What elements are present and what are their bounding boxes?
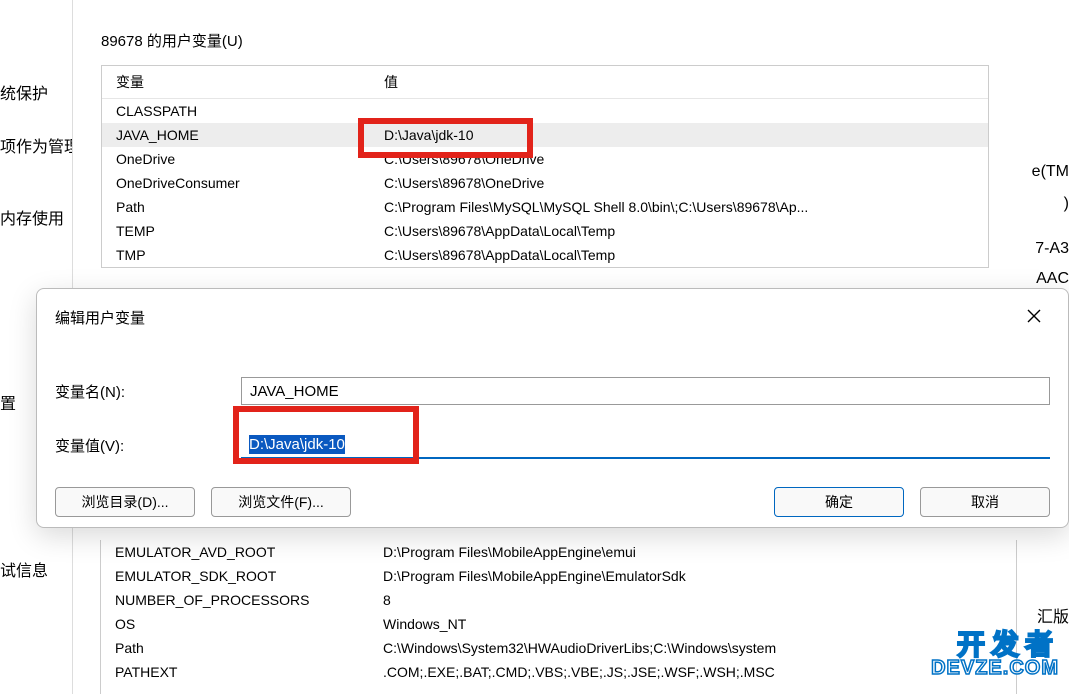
variable-value-label: 变量值(V):	[55, 435, 241, 456]
table-row[interactable]: TEMPC:\Users\89678\AppData\Local\Temp	[102, 219, 988, 243]
table-row[interactable]: CLASSPATH	[102, 99, 988, 123]
var-name: CLASSPATH	[102, 103, 370, 119]
bg-text: AAC	[1036, 270, 1069, 288]
table-row[interactable]: PathC:\Program Files\MySQL\MySQL Shell 8…	[102, 195, 988, 219]
var-name: PATHEXT	[101, 664, 369, 680]
table-row[interactable]: OneDriveConsumerC:\Users\89678\OneDrive	[102, 171, 988, 195]
browse-directory-button[interactable]: 浏览目录(D)...	[55, 487, 195, 517]
user-vars-section-title: 89678 的用户变量(U)	[101, 30, 989, 51]
table-header: 变量 值	[102, 66, 988, 99]
bg-text: e(TM	[1032, 163, 1069, 181]
var-value: C:\Users\89678\OneDrive	[370, 175, 988, 191]
bg-text: 置	[0, 390, 16, 414]
var-name: Path	[102, 199, 370, 215]
bg-text: 内存使用	[0, 205, 64, 229]
var-name: EMULATOR_SDK_ROOT	[101, 568, 369, 584]
bg-text: 试信息	[0, 557, 48, 581]
bg-text: 7-A3	[1035, 240, 1069, 258]
var-name: JAVA_HOME	[102, 127, 370, 143]
table-row[interactable]: OSWindows_NT	[101, 612, 1016, 636]
col-header-value[interactable]: 值	[370, 66, 988, 98]
var-name: NUMBER_OF_PROCESSORS	[101, 592, 369, 608]
var-value: Windows_NT	[369, 616, 1016, 632]
var-value: D:\Java\jdk-10	[370, 127, 988, 143]
table-row[interactable]: PATHEXT.COM;.EXE;.BAT;.CMD;.VBS;.VBE;.JS…	[101, 660, 1016, 684]
var-value: C:\Program Files\MySQL\MySQL Shell 8.0\b…	[370, 199, 988, 215]
var-value	[370, 103, 988, 119]
table-row[interactable]: PathC:\Windows\System32\HWAudioDriverLib…	[101, 636, 1016, 660]
close-icon	[1027, 309, 1041, 326]
var-name: TMP	[102, 247, 370, 263]
table-row[interactable]: OneDriveC:\Users\89678\OneDrive	[102, 147, 988, 171]
table-row[interactable]: NUMBER_OF_PROCESSORS8	[101, 588, 1016, 612]
user-vars-table[interactable]: 变量 值 CLASSPATHJAVA_HOMED:\Java\jdk-10One…	[101, 65, 989, 268]
var-value: C:\Users\89678\OneDrive	[370, 151, 988, 167]
variable-name-label: 变量名(N):	[55, 381, 241, 402]
table-row[interactable]: EMULATOR_SDK_ROOTD:\Program Files\Mobile…	[101, 564, 1016, 588]
variable-name-input[interactable]	[241, 377, 1050, 405]
ok-button[interactable]: 确定	[774, 487, 904, 517]
table-row[interactable]: JAVA_HOMED:\Java\jdk-10	[102, 123, 988, 147]
var-value: 8	[369, 592, 1016, 608]
var-value: C:\Users\89678\AppData\Local\Temp	[370, 247, 988, 263]
var-name: Path	[101, 640, 369, 656]
bg-text: 统保护	[0, 80, 48, 104]
bg-text: 汇版	[1037, 603, 1069, 627]
table-row[interactable]: TMPC:\Users\89678\AppData\Local\Temp	[102, 243, 988, 267]
var-value: C:\Windows\System32\HWAudioDriverLibs;C:…	[369, 640, 1016, 656]
dialog-title: 编辑用户变量	[55, 307, 145, 328]
col-header-name[interactable]: 变量	[102, 66, 370, 98]
var-value: C:\Users\89678\AppData\Local\Temp	[370, 223, 988, 239]
var-name: TEMP	[102, 223, 370, 239]
edit-user-variable-dialog: 编辑用户变量 变量名(N): 变量值(V): D:\Java\jdk-10 浏览…	[36, 288, 1069, 528]
table-row[interactable]: EMULATOR_AVD_ROOTD:\Program Files\Mobile…	[101, 540, 1016, 564]
system-vars-table[interactable]: EMULATOR_AVD_ROOTD:\Program Files\Mobile…	[100, 540, 1017, 694]
cancel-button[interactable]: 取消	[920, 487, 1050, 517]
var-value: D:\Program Files\MobileAppEngine\Emulato…	[369, 568, 1016, 584]
bg-text: )	[1064, 195, 1069, 213]
bg-text: 项作为管理	[0, 133, 80, 157]
selected-text: D:\Java\jdk-10	[249, 435, 345, 454]
var-value: .COM;.EXE;.BAT;.CMD;.VBS;.VBE;.JS;.JSE;.…	[369, 664, 1016, 680]
var-value: D:\Program Files\MobileAppEngine\emui	[369, 544, 1016, 560]
close-button[interactable]	[1018, 303, 1050, 331]
var-name: OneDrive	[102, 151, 370, 167]
var-name: OneDriveConsumer	[102, 175, 370, 191]
browse-file-button[interactable]: 浏览文件(F)...	[211, 487, 351, 517]
var-name: OS	[101, 616, 369, 632]
variable-value-input[interactable]: D:\Java\jdk-10	[241, 431, 1050, 459]
var-name: EMULATOR_AVD_ROOT	[101, 544, 369, 560]
